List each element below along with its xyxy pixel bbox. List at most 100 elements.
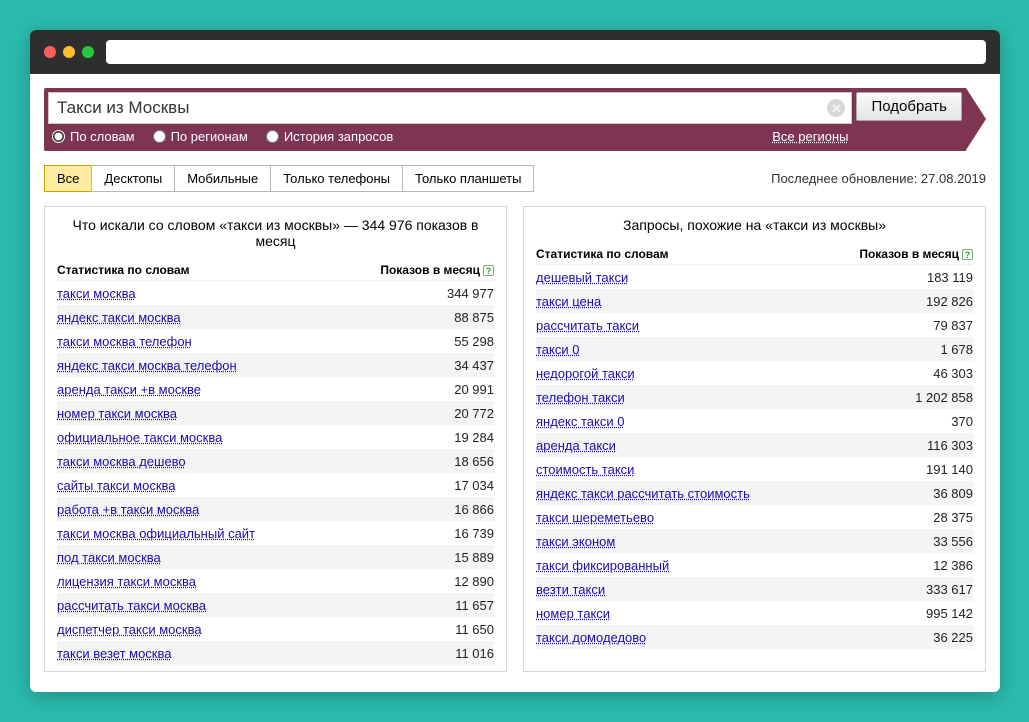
keyword-link[interactable]: рассчитать такси [536, 318, 933, 333]
keyword-link[interactable]: яндекс такси москва телефон [57, 358, 454, 373]
keyword-link[interactable]: телефон такси [536, 390, 915, 405]
help-icon[interactable]: ? [483, 265, 494, 276]
help-icon[interactable]: ? [962, 249, 973, 260]
table-row: такси 01 678 [536, 337, 973, 361]
impressions-count: 28 375 [933, 510, 973, 525]
device-tab[interactable]: Только телефоны [270, 165, 403, 192]
panel-title: Запросы, похожие на «такси из москвы» [536, 217, 973, 233]
close-icon[interactable] [44, 46, 56, 58]
maximize-icon[interactable] [82, 46, 94, 58]
radio-label: По регионам [171, 129, 248, 144]
impressions-count: 15 889 [454, 550, 494, 565]
submit-button[interactable]: Подобрать [856, 92, 962, 121]
table-row: лицензия такси москва12 890 [57, 569, 494, 593]
keyword-link[interactable]: официальное такси москва [57, 430, 454, 445]
keyword-link[interactable]: яндекс такси москва [57, 310, 454, 325]
impressions-count: 183 119 [927, 270, 973, 285]
keyword-link[interactable]: яндекс такси рассчитать стоимость [536, 486, 933, 501]
minimize-icon[interactable] [63, 46, 75, 58]
table-row: такси эконом33 556 [536, 529, 973, 553]
keyword-link[interactable]: номер такси москва [57, 406, 454, 421]
all-regions-link[interactable]: Все регионы [772, 129, 848, 144]
left-panel: Что искали со словом «такси из москвы» —… [44, 206, 507, 672]
table-row: везти такси333 617 [536, 577, 973, 601]
table-row: такси москва344 977 [57, 281, 494, 305]
table-row: такси цена192 826 [536, 289, 973, 313]
device-tab[interactable]: Все [44, 165, 92, 192]
keyword-link[interactable]: везти такси [536, 582, 926, 597]
keyword-link[interactable]: такси москва официальный сайт [57, 526, 454, 541]
impressions-count: 1 678 [940, 342, 973, 357]
table-row: такси москва телефон55 298 [57, 329, 494, 353]
table-row: аренда такси +в москве20 991 [57, 377, 494, 401]
table-row: телефон такси1 202 858 [536, 385, 973, 409]
keyword-link[interactable]: дешевый такси [536, 270, 927, 285]
browser-window: ✕ По словам По регионам История запросов [30, 30, 1000, 692]
device-tab[interactable]: Десктопы [91, 165, 175, 192]
keyword-link[interactable]: работа +в такси москва [57, 502, 454, 517]
keyword-link[interactable]: лицензия такси москва [57, 574, 454, 589]
window-controls [44, 46, 94, 58]
keyword-link[interactable]: такси шереметьево [536, 510, 933, 525]
table-row: работа +в такси москва16 866 [57, 497, 494, 521]
keyword-link[interactable]: такси фиксированный [536, 558, 933, 573]
keyword-link[interactable]: под такси москва [57, 550, 454, 565]
keyword-link[interactable]: номер такси [536, 606, 926, 621]
impressions-count: 33 556 [933, 534, 973, 549]
keyword-link[interactable]: такси эконом [536, 534, 933, 549]
impressions-count: 88 875 [454, 310, 494, 325]
device-tab[interactable]: Мобильные [174, 165, 271, 192]
page-content: ✕ По словам По регионам История запросов [30, 74, 1000, 692]
keyword-link[interactable]: аренда такси +в москве [57, 382, 454, 397]
column-header-word: Статистика по словам [57, 263, 380, 277]
impressions-count: 370 [951, 414, 973, 429]
table-row: официальное такси москва19 284 [57, 425, 494, 449]
keyword-link[interactable]: такси везет москва [57, 646, 455, 661]
impressions-count: 11 657 [455, 598, 494, 613]
table-row: рассчитать такси москва11 657 [57, 593, 494, 617]
keyword-link[interactable]: такси домодедово [536, 630, 933, 645]
impressions-count: 20 772 [454, 406, 494, 421]
table-row: аренда такси116 303 [536, 433, 973, 457]
radio-by-regions[interactable]: По регионам [153, 129, 248, 144]
keyword-link[interactable]: аренда такси [536, 438, 927, 453]
radio-by-words[interactable]: По словам [52, 129, 135, 144]
impressions-count: 20 991 [454, 382, 494, 397]
keyword-link[interactable]: рассчитать такси москва [57, 598, 455, 613]
impressions-count: 333 617 [926, 582, 973, 597]
table-row: такси фиксированный12 386 [536, 553, 973, 577]
right-panel: Запросы, похожие на «такси из москвы» Ст… [523, 206, 986, 672]
clear-icon[interactable]: ✕ [827, 99, 845, 117]
keyword-link[interactable]: такси 0 [536, 342, 940, 357]
table-row: диспетчер такси москва11 650 [57, 617, 494, 641]
keyword-link[interactable]: яндекс такси 0 [536, 414, 951, 429]
keyword-link[interactable]: такси москва телефон [57, 334, 454, 349]
table-row: такси москва дешево18 656 [57, 449, 494, 473]
search-bar: ✕ По словам По регионам История запросов [44, 88, 986, 151]
radio-label: По словам [70, 129, 135, 144]
keyword-link[interactable]: такси москва дешево [57, 454, 454, 469]
keyword-link[interactable]: диспетчер такси москва [57, 622, 455, 637]
last-update: Последнее обновление: 27.08.2019 [771, 171, 986, 186]
impressions-count: 191 140 [926, 462, 973, 477]
table-row: такси везет москва11 016 [57, 641, 494, 665]
keyword-link[interactable]: такси москва [57, 286, 447, 301]
impressions-count: 12 890 [454, 574, 494, 589]
table-row: яндекс такси москва телефон34 437 [57, 353, 494, 377]
keyword-link[interactable]: недорогой такси [536, 366, 933, 381]
radio-history[interactable]: История запросов [266, 129, 394, 144]
search-input[interactable] [49, 93, 827, 123]
table-row: недорогой такси46 303 [536, 361, 973, 385]
keyword-link[interactable]: сайты такси москва [57, 478, 454, 493]
impressions-count: 36 809 [933, 486, 973, 501]
keyword-link[interactable]: такси цена [536, 294, 926, 309]
arrow-decoration [966, 88, 986, 150]
table-row: номер такси995 142 [536, 601, 973, 625]
device-tab[interactable]: Только планшеты [402, 165, 534, 192]
keyword-link[interactable]: стоимость такси [536, 462, 926, 477]
table-row: яндекс такси 0370 [536, 409, 973, 433]
impressions-count: 12 386 [933, 558, 973, 573]
address-bar[interactable] [106, 40, 986, 64]
column-header-count: Показов в месяц ? [859, 247, 973, 261]
table-row: рассчитать такси79 837 [536, 313, 973, 337]
